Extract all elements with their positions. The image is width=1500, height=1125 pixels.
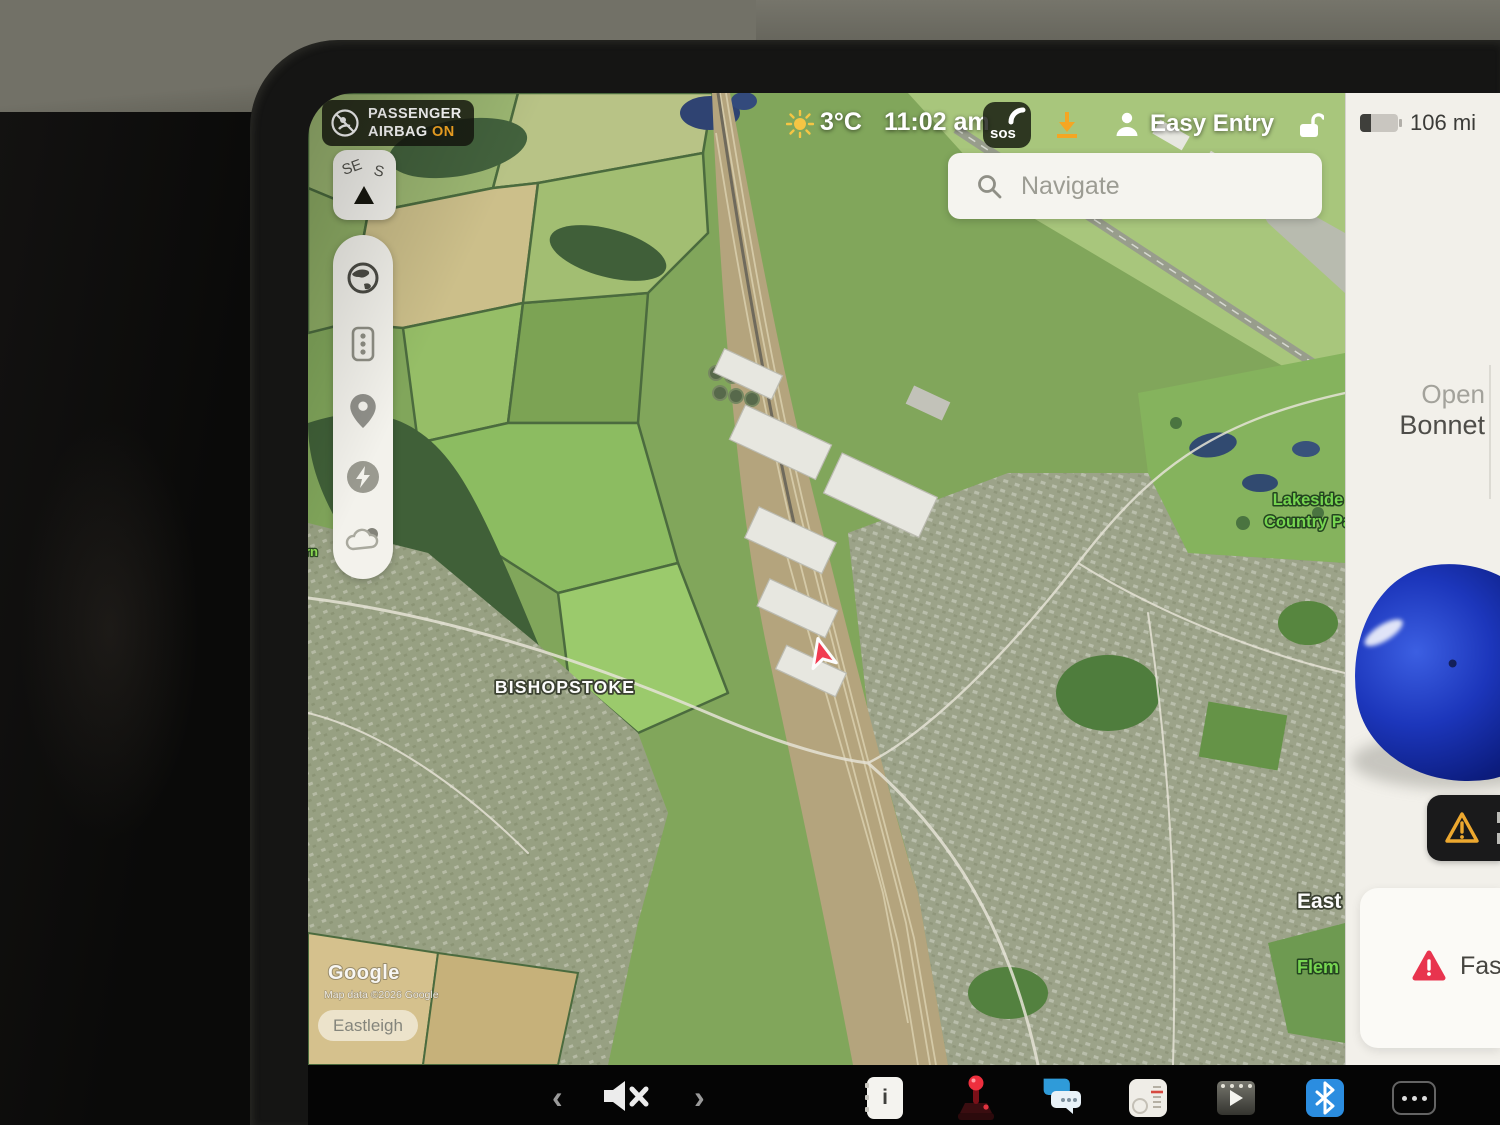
compass-needle-icon: [354, 186, 374, 204]
search-icon: [976, 173, 1003, 200]
software-download-icon[interactable]: [1053, 110, 1081, 138]
weather-sun-icon[interactable]: [786, 110, 814, 138]
airbag-line1: PASSENGER: [368, 106, 462, 122]
navigate-search-bar[interactable]: Navigate: [948, 153, 1322, 219]
seatbelt-alert-text: Fas: [1460, 952, 1500, 981]
open-bonnet-line2: Bonnet: [1399, 410, 1485, 442]
map-label-park-line2: Country Pa: [1264, 513, 1345, 531]
tesla-touchscreen: BISHOPSTOKE Lakeside Country Pa East Fle…: [308, 93, 1500, 1125]
arcade-joystick-icon[interactable]: [957, 1075, 995, 1121]
vehicle-alert-card[interactable]: [1427, 795, 1500, 861]
map-area[interactable]: BISHOPSTOKE Lakeside Country Pa East Fle…: [308, 93, 1345, 1065]
panel-divider: [1489, 365, 1491, 499]
weather-cloud-icon[interactable]: [344, 525, 382, 553]
compass-dir-right: S: [372, 162, 386, 181]
sos-phone-icon: [1008, 107, 1026, 125]
driver-profile-icon[interactable]: [1114, 111, 1140, 137]
volume-muted-icon[interactable]: [604, 1081, 650, 1111]
vehicle-status-panel: 106 mi Open Bonnet: [1345, 93, 1500, 1065]
passenger-airbag-badge: PASSENGER AIRBAG ON: [322, 100, 474, 146]
map-label-east: East: [1297, 890, 1341, 913]
compass-widget[interactable]: SE S: [333, 150, 396, 220]
map-controls: [333, 235, 393, 579]
map-label-town: BISHOPSTOKE: [495, 677, 635, 697]
map-label-left-clipped: rn: [308, 544, 318, 559]
location-pin-icon[interactable]: [350, 394, 376, 428]
more-apps-icon[interactable]: [1392, 1081, 1436, 1115]
map-label-park-line1: Lakeside: [1273, 491, 1344, 509]
outside-temperature[interactable]: 3°C: [820, 108, 862, 137]
map-label-flem: Flem: [1297, 957, 1339, 977]
compass-dir-left: SE: [340, 156, 365, 179]
airbag-line2: AIRBAG: [368, 124, 428, 140]
search-placeholder: Navigate: [1021, 172, 1120, 201]
open-bonnet-line1: Open: [1399, 379, 1485, 410]
radio-icon[interactable]: [1129, 1079, 1167, 1117]
dock-forward-chevron-icon[interactable]: ›: [694, 1081, 705, 1113]
seatbelt-alert-card[interactable]: Fas: [1360, 888, 1500, 1048]
clock: 11:02 am: [884, 108, 990, 137]
charging-bolt-icon[interactable]: [346, 460, 380, 494]
battery-range: 106 mi: [1410, 110, 1476, 136]
photo-of-tesla-screen: BISHOPSTOKE Lakeside Country Pa East Fle…: [0, 0, 1500, 1125]
satellite-globe-icon[interactable]: [346, 261, 380, 295]
alert-triangle-icon: [1412, 950, 1446, 982]
app-dock: ‹ › i: [308, 1065, 1500, 1125]
airbag-icon: [330, 108, 360, 138]
open-bonnet-button[interactable]: Open Bonnet: [1399, 379, 1485, 442]
location-chip[interactable]: Eastleigh: [318, 1010, 418, 1041]
traffic-light-icon[interactable]: [346, 326, 380, 362]
airbag-state: ON: [432, 124, 455, 140]
satellite-map[interactable]: BISHOPSTOKE Lakeside Country Pa East Fle…: [308, 93, 1345, 1065]
dashboard-sheen: [20, 420, 200, 840]
battery-icon: [1360, 114, 1398, 132]
driver-profile-name[interactable]: Easy Entry: [1150, 110, 1274, 138]
unlocked-icon[interactable]: [1298, 111, 1324, 139]
sos-label: sos: [990, 125, 1016, 142]
sos-roaming-badge[interactable]: sos: [983, 102, 1031, 148]
dock-back-chevron-icon[interactable]: ‹: [552, 1081, 563, 1113]
manual-glyph: i: [882, 1086, 888, 1110]
google-logo: Google: [328, 962, 400, 984]
owners-manual-icon[interactable]: i: [867, 1077, 903, 1119]
theatre-icon[interactable]: [1217, 1081, 1255, 1115]
bluetooth-icon[interactable]: [1306, 1079, 1344, 1117]
messages-icon[interactable]: [1042, 1077, 1084, 1115]
map-copyright: Map data ©2026 Google: [324, 989, 439, 1001]
warning-triangle-icon: [1443, 810, 1481, 846]
